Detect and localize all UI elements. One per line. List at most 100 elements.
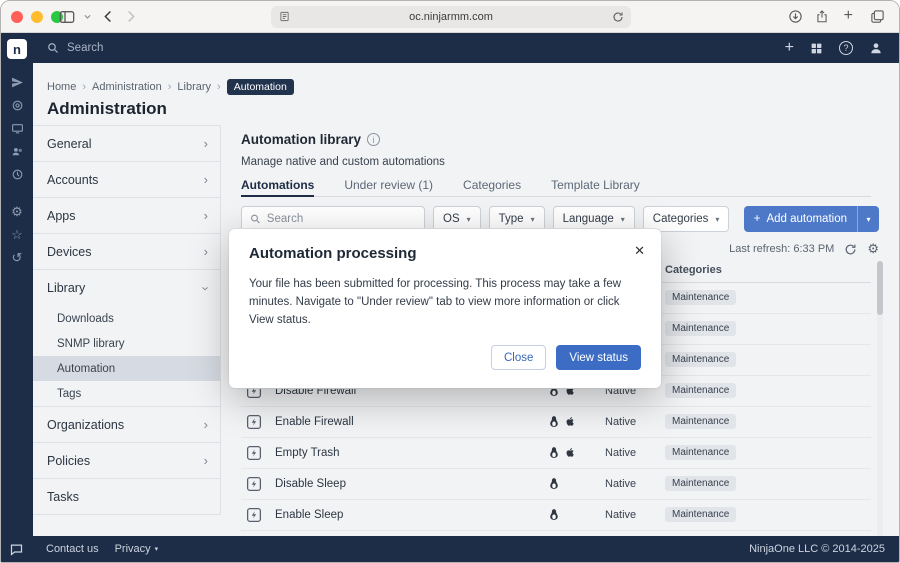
caret-down-icon: ▾ [531,215,535,224]
getting-started-icon[interactable] [10,75,24,89]
restore-icon[interactable]: ↺ [10,250,24,264]
automation-search-input[interactable] [267,213,416,225]
search-icon [250,213,261,225]
browser-window: oc.ninjarmm.com + Search + ? [0,0,900,563]
sidebar-item-devices[interactable]: Devices › [33,234,220,270]
table-row[interactable]: Empty Trash Native Maintenance [241,438,871,469]
sidebar-item-organizations[interactable]: Organizations › [33,407,220,443]
copyright-text: NinjaOne LLC © 2014-2025 [749,543,885,555]
devices-icon[interactable] [10,121,24,135]
add-automation-button[interactable]: + Add automation ▾ [744,206,879,232]
app-header-actions: + ? [785,33,883,63]
table-settings-gear-icon[interactable]: ⚙ [867,241,879,257]
table-row[interactable]: Disable Sleep Native Maintenance [241,469,871,500]
forward-button[interactable] [123,9,138,24]
sidebar-item-library[interactable]: Library › [33,270,220,306]
chevron-right-icon: › [204,244,208,259]
search-icon [47,42,59,54]
breadcrumb-separator: › [82,81,86,93]
os-icons [549,446,575,459]
close-button[interactable]: Close [491,345,546,370]
modal-title: Automation processing [249,245,641,262]
downloads-icon[interactable] [788,9,803,24]
activity-icon[interactable] [10,167,24,181]
apps-grid-icon[interactable] [810,42,823,55]
breadcrumb-home[interactable]: Home [47,81,76,93]
automation-name: Enable Sleep [275,509,343,521]
tab-template-library[interactable]: Template Library [551,173,640,197]
minimize-window-button[interactable] [31,11,43,23]
support-icon[interactable] [10,98,24,112]
plus-icon: + [754,213,761,225]
sidebar-item-general[interactable]: General › [33,126,220,162]
back-button[interactable] [101,9,116,24]
global-search-label: Search [67,42,103,54]
breadcrumb-administration[interactable]: Administration [92,81,162,93]
tab-automations[interactable]: Automations [241,173,314,197]
sidebar-item-tasks[interactable]: Tasks [33,479,220,515]
sidebar-item-tags[interactable]: Tags [33,381,220,406]
nav-label: Policies [47,454,90,468]
sidebar-chevron-icon[interactable] [83,12,92,21]
breadcrumb: Home › Administration › Library › Automa… [47,79,294,95]
nav-label: Library [47,281,85,295]
reload-icon[interactable] [612,11,624,26]
sidebar-toggle-icon[interactable] [59,10,75,24]
contact-us-link[interactable]: Contact us [46,543,99,555]
privacy-label: Privacy [115,543,151,555]
scrollbar-thumb[interactable] [877,261,883,315]
user-account-icon[interactable] [869,41,883,55]
sidebar-item-snmp-library[interactable]: SNMP library [33,331,220,356]
sidebar-item-policies[interactable]: Policies › [33,443,220,479]
refresh-icon[interactable] [844,243,857,256]
close-icon[interactable]: ✕ [634,243,645,259]
tab-under-review[interactable]: Under review (1) [344,173,433,197]
global-search[interactable]: Search [47,33,103,63]
category-badge: Maintenance [665,414,736,429]
help-icon[interactable]: ? [839,41,853,55]
automation-name: Disable Sleep [275,478,346,490]
breadcrumb-library[interactable]: Library [177,81,211,93]
tab-overview-icon[interactable] [870,9,885,24]
automation-processing-modal: Automation processing ✕ Your file has be… [229,229,661,388]
privacy-link[interactable]: Privacy ▾ [115,543,159,555]
admin-side-nav: General › Accounts › Apps › Devices › Li… [33,125,221,515]
dropdown-label: Type [499,213,524,225]
chat-bubble-icon[interactable] [9,542,24,557]
automation-type: Native [605,509,636,521]
caret-down-icon: ▾ [621,215,625,224]
organizations-icon[interactable] [10,144,24,158]
category-badge: Maintenance [665,290,736,305]
window-controls [11,11,63,23]
modal-body-text: Your file has been submitted for process… [249,276,641,329]
category-badge: Maintenance [665,507,736,522]
favorites-icon[interactable]: ☆ [10,227,24,241]
breadcrumb-separator: › [217,81,221,93]
address-bar[interactable]: oc.ninjarmm.com [271,6,631,28]
quick-add-icon[interactable]: + [785,39,794,57]
table-row[interactable]: Enable Sleep Native Maintenance [241,500,871,531]
table-row[interactable]: Enable Firewall Native Maintenance [241,407,871,438]
ninjaone-logo[interactable]: n [7,39,27,59]
app-footer: Contact us Privacy ▾ NinjaOne LLC © 2014… [1,536,899,562]
close-window-button[interactable] [11,11,23,23]
nav-label: Accounts [47,173,98,187]
settings-icon[interactable]: ⚙ [10,204,24,218]
sidebar-item-accounts[interactable]: Accounts › [33,162,220,198]
add-automation-caret[interactable]: ▾ [857,206,879,232]
info-icon[interactable]: i [367,133,380,146]
sidebar-item-apps[interactable]: Apps › [33,198,220,234]
view-status-button[interactable]: View status [556,345,641,370]
table-scrollbar[interactable] [877,261,883,541]
automation-icon [245,475,263,498]
caret-down-icon: ▾ [715,215,719,224]
share-icon[interactable] [815,9,829,24]
tab-categories[interactable]: Categories [463,173,521,197]
sidebar-item-automation[interactable]: Automation [33,356,220,381]
modal-actions: Close View status [249,345,641,370]
new-tab-icon[interactable]: + [844,7,853,25]
site-page-icon [279,11,290,25]
sidebar-item-downloads[interactable]: Downloads [33,306,220,331]
dropdown-label: Categories [653,213,709,225]
url-text: oc.ninjarmm.com [409,11,493,23]
